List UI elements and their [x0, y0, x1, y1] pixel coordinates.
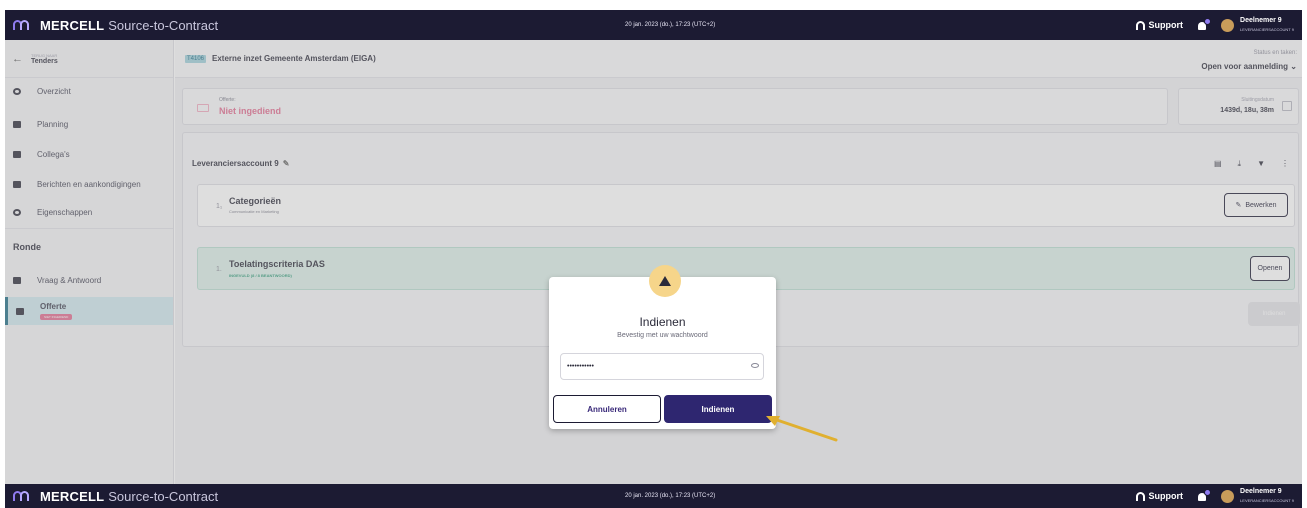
user-menu[interactable]: Deelnemer 9 LEVERANCIERSACCOUNT 9 — [1221, 16, 1294, 34]
user-name: Deelnemer 9 — [1240, 17, 1282, 24]
support-link[interactable]: Support — [1135, 20, 1184, 30]
mercell-logo-icon — [13, 491, 35, 501]
mercell-logo-icon — [13, 20, 35, 30]
current-datetime: 20 jan. 2023 (do.), 17:23 (UTC+2) — [625, 22, 716, 28]
headset-icon — [1135, 491, 1145, 501]
product-name: Source-to-Contract — [108, 488, 219, 504]
notification-bell-icon[interactable] — [1197, 18, 1212, 31]
user-name: Deelnemer 9 — [1240, 488, 1282, 495]
current-datetime: 20 jan. 2023 (do.), 17:23 (UTC+2) — [625, 493, 716, 499]
dialog-subtitle: Bevestig met uw wachtwoord — [617, 332, 708, 339]
user-account: LEVERANCIERSACCOUNT 9 — [1240, 498, 1294, 503]
avatar — [1221, 18, 1235, 32]
dialog-title: Indienen — [639, 315, 686, 329]
user-menu[interactable]: Deelnemer 9 LEVERANCIERSACCOUNT 9 — [1221, 487, 1294, 505]
product-name: Source-to-Contract — [108, 17, 219, 33]
mercell-logo[interactable]: MERCELL Source-to-Contract — [13, 489, 513, 504]
notification-dot — [1204, 489, 1212, 496]
notification-bell-icon[interactable] — [1197, 489, 1212, 502]
password-field[interactable] — [560, 353, 764, 380]
avatar — [1221, 489, 1235, 503]
pointer-arrow-icon — [766, 416, 838, 442]
support-label: Support — [1148, 20, 1184, 30]
mercell-logo[interactable]: MERCELL Source-to-Contract — [13, 18, 513, 33]
eye-icon[interactable] — [751, 363, 759, 368]
cancel-button[interactable]: Annuleren — [553, 395, 661, 423]
brand-name: MERCELL — [40, 488, 105, 504]
support-link[interactable]: Support — [1135, 491, 1184, 501]
headset-icon — [1135, 20, 1145, 30]
user-account: LEVERANCIERSACCOUNT 9 — [1240, 27, 1294, 32]
confirm-submit-button[interactable]: Indienen — [664, 395, 772, 423]
submit-dialog: Indienen Bevestig met uw wachtwoord Annu… — [549, 277, 776, 429]
bottom-navbar: MERCELL Source-to-Contract 20 jan. 2023 … — [5, 484, 1302, 508]
notification-dot — [1204, 18, 1212, 25]
brand-name: MERCELL — [40, 17, 105, 33]
top-navbar: MERCELL Source-to-Contract 20 jan. 2023 … — [5, 10, 1302, 40]
warning-icon — [649, 265, 681, 297]
support-label: Support — [1148, 491, 1184, 501]
